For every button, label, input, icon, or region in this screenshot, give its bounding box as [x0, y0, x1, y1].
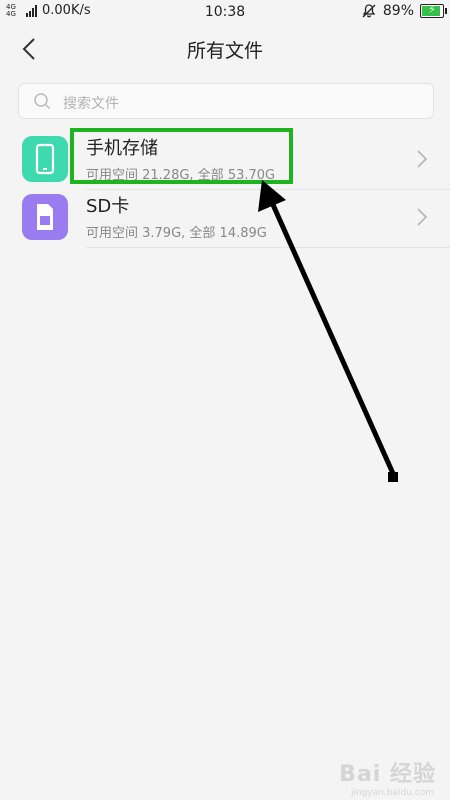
sd-card-icon [22, 194, 68, 240]
status-right: 89% ⚡ [361, 3, 447, 19]
list-item-sd-card[interactable]: SD卡 可用空间 3.79G, 全部 14.89G [0, 188, 450, 248]
chevron-right-icon [417, 150, 428, 168]
battery-percent: 89% [382, 3, 414, 19]
highlight-box [70, 128, 293, 184]
status-bar: 4G 4G 0.00K/s 10:38 89% ⚡ [0, 0, 450, 24]
mute-bell-icon [362, 4, 376, 18]
battery-icon: ⚡ [420, 3, 447, 18]
file-manager-screen: 4G 4G 0.00K/s 10:38 89% ⚡ 所有文件 搜索文件 手机存储… [0, 0, 450, 800]
list-item-subtitle: 可用空间 3.79G, 全部 14.89G [86, 226, 267, 241]
watermark: Bai 经验 [339, 762, 436, 787]
search-icon [34, 93, 51, 110]
divider [86, 247, 450, 248]
search-input[interactable]: 搜索文件 [18, 83, 434, 119]
chevron-right-icon [417, 208, 428, 226]
page-title: 所有文件 [186, 40, 263, 62]
list-item-text: SD卡 可用空间 3.79G, 全部 14.89G [86, 196, 267, 241]
watermark-sub: jingyan.baidu.com [350, 788, 434, 798]
search-placeholder: 搜索文件 [63, 96, 119, 112]
phone-icon [22, 136, 68, 182]
list-item-title: SD卡 [86, 196, 130, 217]
header: 所有文件 [0, 24, 450, 76]
annotation-arrow [258, 180, 398, 482]
